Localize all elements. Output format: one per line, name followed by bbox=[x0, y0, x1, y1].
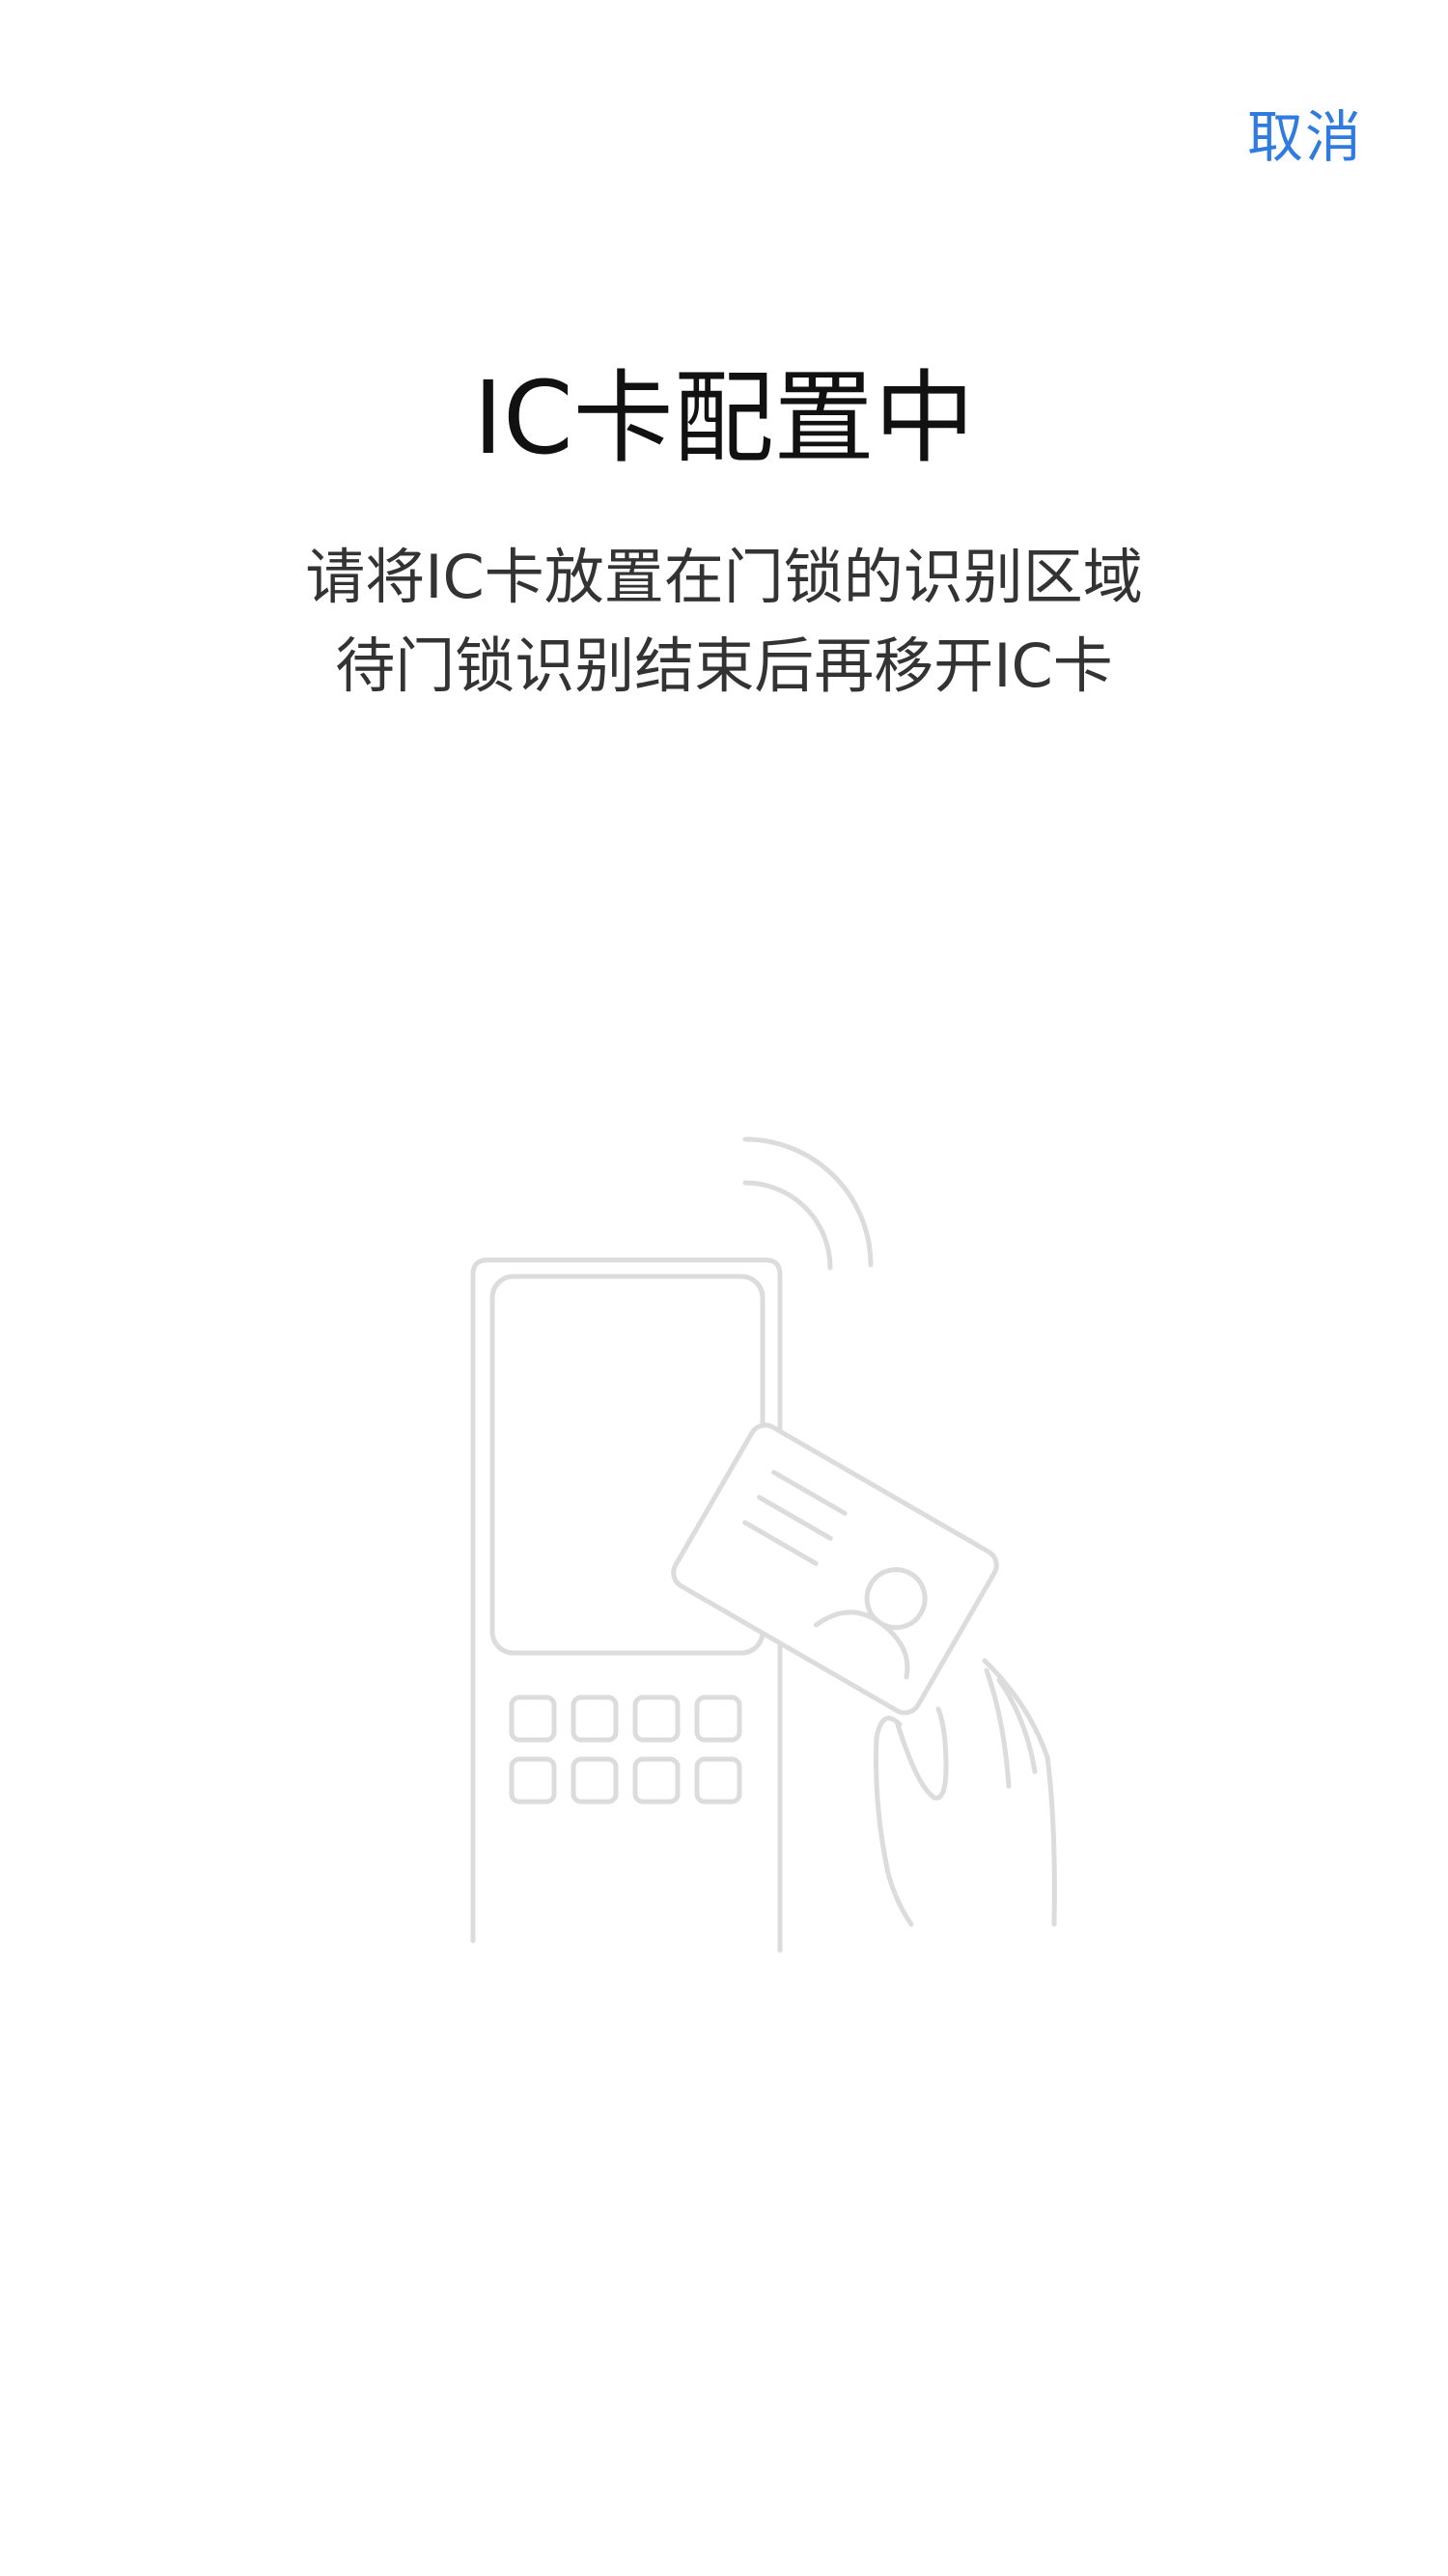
instruction-text: 请将IC卡放置在门锁的识别区域 待门锁识别结束后再移开IC卡 bbox=[0, 533, 1448, 711]
instruction-line-2: 待门锁识别结束后再移开IC卡 bbox=[335, 630, 1113, 701]
keypad bbox=[509, 1694, 742, 1805]
ic-card-config-screen: 取消 IC卡配置中 请将IC卡放置在门锁的识别区域 待门锁识别结束后再移开IC卡 bbox=[0, 0, 1448, 2576]
instruction-line-1: 请将IC卡放置在门锁的识别区域 bbox=[305, 542, 1143, 612]
wireless-signal-icon bbox=[742, 1136, 874, 1271]
ic-card-icon bbox=[671, 1422, 999, 1716]
page-title: IC卡配置中 bbox=[473, 359, 975, 477]
card-tap-illustration bbox=[470, 1136, 1057, 1953]
cancel-button[interactable]: 取消 bbox=[1247, 98, 1363, 176]
